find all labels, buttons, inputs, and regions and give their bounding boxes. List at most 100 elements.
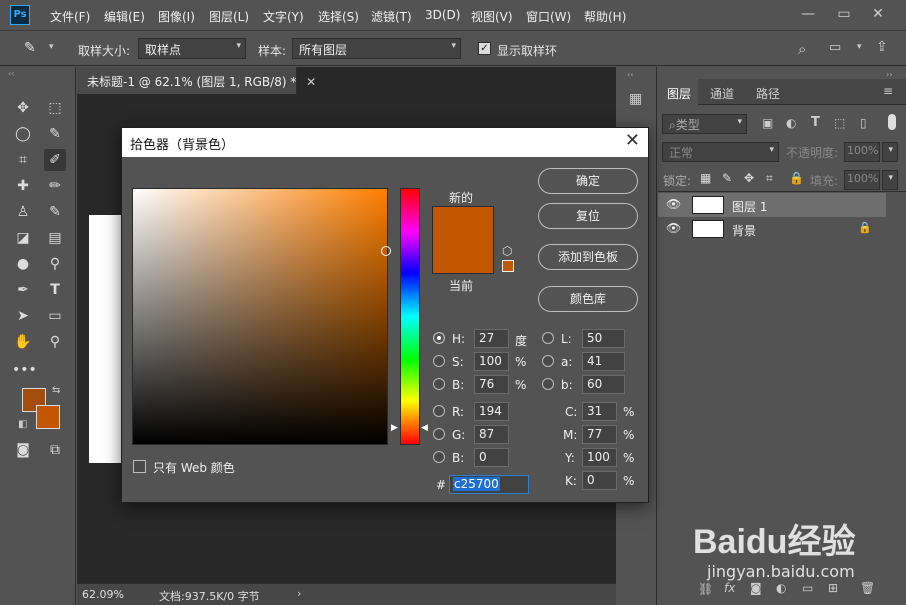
brightness-radio[interactable] — [433, 378, 445, 390]
menu-filter[interactable]: 滤镜(T) — [371, 8, 412, 25]
type-tool-icon[interactable]: T — [44, 279, 66, 301]
quick-select-tool-icon[interactable]: ✎ — [44, 123, 66, 145]
trash-icon[interactable]: 🗑 — [860, 581, 875, 595]
opacity-input[interactable]: 100% — [844, 142, 880, 162]
marquee-tool-icon[interactable]: ⬚ — [44, 97, 66, 119]
menu-help[interactable]: 帮助(H) — [584, 8, 626, 25]
expand-icon[interactable]: ‹‹ — [627, 70, 633, 79]
lock-all-icon[interactable]: 🔒 — [789, 171, 804, 185]
a-input[interactable]: 41 — [582, 352, 625, 371]
menu-image[interactable]: 图像(I) — [158, 8, 195, 25]
lock-position-icon[interactable]: ✥ — [744, 171, 754, 185]
add-to-swatches-button[interactable]: 添加到色板 — [538, 244, 638, 270]
hue-radio[interactable] — [433, 332, 445, 344]
status-menu-chevron-icon[interactable]: › — [297, 587, 301, 600]
green-radio[interactable] — [433, 428, 445, 440]
color-libraries-button[interactable]: 颜色库 — [538, 286, 638, 312]
filter-toggle[interactable] — [888, 114, 896, 130]
tab-layers[interactable]: 图层 — [667, 85, 691, 102]
hand-tool-icon[interactable]: ✋ — [12, 331, 34, 353]
search-icon[interactable]: ⌕ — [798, 40, 806, 58]
chevron-down-icon[interactable]: ▾ — [857, 42, 862, 52]
lab-b-radio[interactable] — [542, 378, 554, 390]
visibility-eye-icon[interactable]: 👁 — [666, 221, 681, 235]
link-layers-icon[interactable]: ⛓ — [698, 582, 713, 596]
rectangle-tool-icon[interactable]: ▭ — [44, 305, 66, 327]
blue-radio[interactable] — [433, 451, 445, 463]
new-layer-icon[interactable]: ⊞ — [828, 581, 838, 595]
fx-icon[interactable]: fx — [724, 581, 735, 595]
filter-adjust-icon[interactable]: ◐ — [786, 116, 796, 130]
quick-mask-icon[interactable]: ◙ — [12, 439, 34, 461]
l-input[interactable]: 50 — [582, 329, 625, 348]
layer-name[interactable]: 背景 — [732, 222, 756, 239]
menu-file[interactable]: 文件(F) — [50, 8, 90, 25]
menu-window[interactable]: 窗口(W) — [526, 8, 571, 25]
blue-input[interactable]: 0 — [474, 448, 509, 467]
healing-brush-icon[interactable]: ✚ — [12, 175, 34, 197]
lab-a-radio[interactable] — [542, 355, 554, 367]
opacity-dropdown[interactable]: ▾ — [882, 142, 898, 162]
show-ring-checkbox[interactable]: ✓ — [478, 42, 491, 55]
y-input[interactable]: 100 — [582, 448, 617, 467]
hue-slider-handle-left-icon[interactable]: ▶ — [391, 423, 398, 433]
lock-pixels-icon[interactable]: ✎ — [722, 171, 732, 185]
canvas[interactable] — [89, 215, 121, 463]
restore-icon[interactable]: ▭ — [834, 4, 854, 24]
path-select-icon[interactable]: ➤ — [12, 305, 34, 327]
zoom-tool-icon[interactable]: ⚲ — [44, 331, 66, 353]
background-color-swatch[interactable] — [36, 405, 60, 429]
group-folder-icon[interactable]: ▭ — [802, 581, 813, 595]
saturation-brightness-field[interactable] — [132, 188, 388, 445]
clone-stamp-icon[interactable]: ♙ — [12, 201, 34, 223]
dodge-tool-icon[interactable]: ⚲ — [44, 253, 66, 275]
eyedropper-icon[interactable]: ✐ — [44, 149, 66, 171]
lasso-tool-icon[interactable]: ◯ — [12, 123, 34, 145]
tab-paths[interactable]: 路径 — [756, 85, 780, 102]
filter-shape-icon[interactable]: ⬚ — [834, 116, 845, 130]
sample-select[interactable]: 所有图层 ▾ — [292, 38, 461, 59]
share-icon[interactable]: ⇪ — [876, 39, 888, 55]
b-input[interactable]: 76 — [474, 375, 509, 394]
eyedropper-tool-icon[interactable]: ✎ — [24, 40, 42, 58]
brush-tool-icon[interactable]: ✏ — [44, 175, 66, 197]
blur-tool-icon[interactable]: ● — [12, 253, 34, 275]
color-cursor[interactable] — [381, 246, 391, 256]
fill-dropdown[interactable]: ▾ — [882, 170, 898, 190]
collapse-icon[interactable]: ›› — [886, 70, 892, 79]
crop-tool-icon[interactable]: ⌗ — [12, 149, 34, 171]
menu-edit[interactable]: 编辑(E) — [104, 8, 145, 25]
close-icon[interactable]: ✕ — [868, 4, 888, 24]
menu-type[interactable]: 文字(Y) — [263, 8, 304, 25]
pen-tool-icon[interactable]: ✒ — [12, 279, 34, 301]
red-radio[interactable] — [433, 405, 445, 417]
sample-size-select[interactable]: 取样点 ▾ — [138, 38, 246, 59]
gradient-tool-icon[interactable]: ▤ — [44, 227, 66, 249]
layer-row[interactable]: 👁 图层 1 — [658, 193, 886, 217]
default-colors-icon[interactable]: ◧ — [18, 419, 27, 430]
tab-channels[interactable]: 通道 — [710, 85, 734, 102]
h-input[interactable]: 27 — [474, 329, 509, 348]
menu-select[interactable]: 选择(S) — [318, 8, 359, 25]
lab-l-radio[interactable] — [542, 332, 554, 344]
c-input[interactable]: 31 — [582, 402, 617, 421]
g-input[interactable]: 87 — [474, 425, 509, 444]
add-mask-icon[interactable]: ◙ — [750, 581, 762, 595]
history-brush-icon[interactable]: ✎ — [44, 201, 66, 223]
hex-input[interactable]: c25700 — [449, 475, 529, 494]
filter-pixel-icon[interactable]: ▣ — [762, 116, 773, 130]
menu-3d[interactable]: 3D(D) — [425, 8, 460, 22]
menu-view[interactable]: 视图(V) — [471, 8, 513, 25]
out-of-gamut-cube-icon[interactable]: ⬡ — [502, 244, 512, 258]
ok-button[interactable]: 确定 — [538, 168, 638, 194]
k-input[interactable]: 0 — [582, 471, 617, 490]
web-colors-only-checkbox[interactable] — [133, 460, 146, 473]
close-tab-icon[interactable]: ✕ — [306, 75, 316, 89]
history-panel-icon[interactable]: ▦ — [629, 91, 642, 107]
eraser-tool-icon[interactable]: ◪ — [12, 227, 34, 249]
filter-smart-icon[interactable]: ▯ — [860, 116, 867, 130]
adjustment-layer-icon[interactable]: ◐ — [776, 581, 786, 595]
minimize-icon[interactable]: — — [798, 4, 818, 24]
r-input[interactable]: 194 — [474, 402, 509, 421]
tool-preset-chevron-icon[interactable]: ▾ — [49, 42, 54, 52]
